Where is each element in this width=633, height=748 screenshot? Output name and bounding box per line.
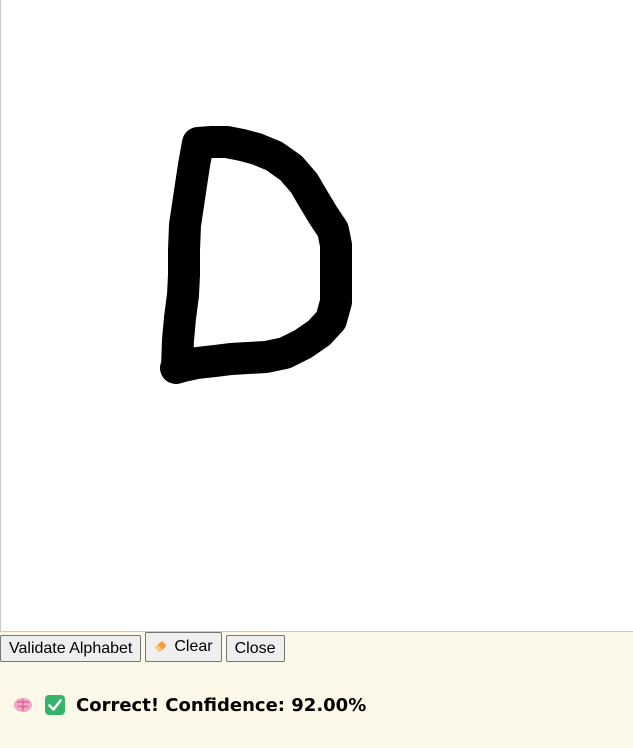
validate-label: Validate Alphabet — [9, 639, 133, 657]
check-icon — [45, 695, 65, 715]
drawing-canvas[interactable] — [0, 0, 633, 632]
drawn-stroke — [160, 126, 352, 384]
validate-alphabet-button[interactable]: Validate Alphabet — [0, 635, 142, 662]
status-message: Correct! Confidence: 92.00% — [76, 694, 367, 716]
toolbar: Validate Alphabet Clear Close — [0, 632, 289, 662]
close-button[interactable]: Close — [225, 635, 285, 662]
prediction-status: Correct! Confidence: 92.00% — [12, 694, 366, 716]
brain-icon — [14, 698, 32, 712]
close-label: Close — [234, 639, 276, 657]
letter-recognition-app: Validate Alphabet Clear Close Correct! C… — [0, 0, 633, 748]
clear-label: Clear — [174, 638, 213, 655]
clear-button[interactable]: Clear — [145, 632, 222, 662]
eraser-icon — [155, 641, 167, 652]
